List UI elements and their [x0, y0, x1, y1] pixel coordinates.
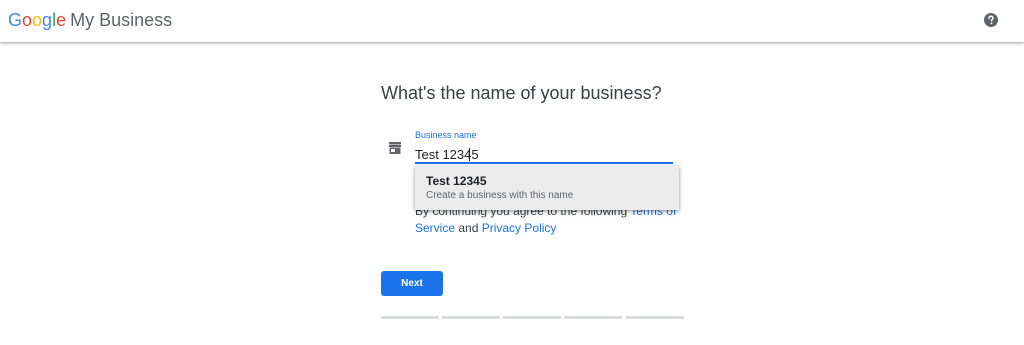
progress-step	[503, 316, 561, 319]
page-title: What's the name of your business?	[381, 83, 662, 103]
help-circle-icon[interactable]	[983, 12, 999, 28]
logo-letter: G	[8, 10, 23, 30]
logo-letter: o	[32, 10, 43, 30]
progress-step	[626, 316, 684, 319]
progress-step	[381, 316, 439, 319]
text-caret	[469, 148, 470, 161]
next-button[interactable]: Next	[381, 271, 443, 296]
business-name-input[interactable]	[415, 146, 673, 162]
business-suggestion-dropdown[interactable]: Test 12345 Create a business with this n…	[415, 166, 679, 210]
business-name-underline	[415, 162, 673, 164]
storefront-icon	[388, 142, 402, 154]
logo-letter: e	[56, 10, 67, 30]
suggestion-title: Test 12345	[426, 174, 487, 188]
google-my-business-logo[interactable]: Google My Business	[8, 9, 172, 31]
logo-letter: g	[42, 10, 53, 30]
logo-letter: o	[22, 10, 33, 30]
progress-step	[564, 316, 622, 319]
privacy-policy-link[interactable]: Privacy Policy	[482, 221, 557, 235]
top-bar: Google My Business	[0, 0, 1024, 42]
terms-and: and	[455, 221, 482, 235]
business-name-label: Business name	[415, 130, 477, 140]
progress-indicator	[381, 316, 684, 319]
progress-step	[442, 316, 500, 319]
product-name: My Business	[70, 10, 173, 30]
suggestion-subtitle: Create a business with this name	[426, 190, 574, 201]
